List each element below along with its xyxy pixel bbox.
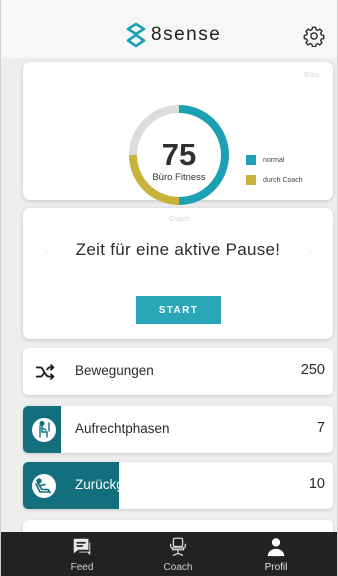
brand-logo-icon <box>126 22 146 48</box>
legend-label: normal <box>263 156 285 164</box>
metric-row-zurueckgelehnt[interactable]: Zurückgelehnt 10 <box>23 462 333 509</box>
nav-tab-coach[interactable]: Coach <box>143 532 213 576</box>
app-header: 8sense <box>1 0 337 58</box>
legend-label: durch Coach <box>263 176 303 184</box>
nav-label: Profil <box>264 562 288 573</box>
fitness-score-value: 75 <box>161 137 197 172</box>
legend-normal: normal <box>246 155 284 165</box>
legend-swatch-coach <box>246 175 256 185</box>
metric-value: 7 <box>316 420 325 436</box>
reclined-sitting-icon <box>31 473 57 499</box>
metric-label: Bewegungen <box>75 363 154 378</box>
shuffle-icon <box>35 361 61 387</box>
metric-value: 250 <box>300 362 325 378</box>
legend-coach: durch Coach <box>246 175 303 185</box>
metric-row-bewegungen[interactable]: Bewegungen 250 <box>23 348 333 395</box>
legend-swatch-normal <box>246 155 256 165</box>
nav-label: Feed <box>70 562 94 573</box>
start-button[interactable]: START <box>136 296 221 324</box>
brand-name: 8sense <box>151 24 222 45</box>
bottom-navigation: Feed Coach Profil <box>1 532 337 576</box>
coach-message: Zeit für eine aktive Pause! <box>75 240 281 259</box>
settings-gear-icon[interactable] <box>303 25 325 47</box>
nav-label: Coach <box>163 562 193 573</box>
card-tag: Coach <box>169 216 190 223</box>
metric-row-aufrechtphasen[interactable]: Aufrechtphasen 7 <box>23 406 333 453</box>
upright-sitting-icon <box>31 417 57 443</box>
metric-label: Zurückgelehnt <box>75 477 161 492</box>
nav-tab-profile[interactable]: Profil <box>241 532 311 576</box>
feed-chat-icon <box>71 536 93 558</box>
app-screen: 8sense Büro 75 Büro Fitness normal durch… <box>0 0 338 576</box>
nav-tab-feed[interactable]: Feed <box>47 532 117 576</box>
office-chair-icon <box>167 536 189 558</box>
profile-person-icon <box>265 536 287 558</box>
metric-label: Aufrechtphasen <box>75 421 170 436</box>
brand: 8sense <box>125 22 221 48</box>
metric-value: 10 <box>308 476 325 492</box>
fitness-score-label: Büro Fitness <box>152 172 206 183</box>
card-tag: Büro <box>304 72 319 79</box>
